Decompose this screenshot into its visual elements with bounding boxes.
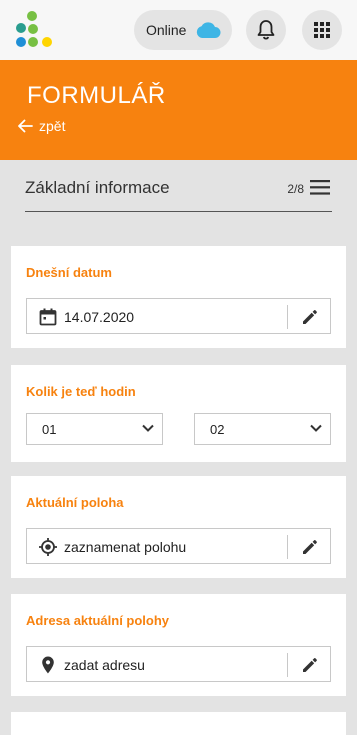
page-title: FORMULÁŘ xyxy=(27,82,166,109)
form-header: FORMULÁŘ zpět xyxy=(0,60,357,160)
step-counter: 2/8 xyxy=(287,182,304,196)
bell-icon xyxy=(257,20,275,40)
cloud-icon xyxy=(196,22,221,38)
calendar-icon xyxy=(39,308,57,326)
chevron-down-icon xyxy=(142,424,154,432)
date-value: 14.07.2020 xyxy=(64,309,135,325)
address-value: zadat adresu xyxy=(64,657,145,673)
minutes-select[interactable]: 02 xyxy=(194,413,331,445)
map-pin-icon xyxy=(42,656,54,674)
hours-value: 01 xyxy=(42,422,57,437)
section-title: Základní informace xyxy=(25,178,170,197)
edit-pencil-icon[interactable] xyxy=(300,307,320,327)
location-value: zaznamenat polohu xyxy=(64,539,187,555)
hours-select[interactable]: 01 xyxy=(26,413,163,445)
logo xyxy=(16,11,56,49)
time-card: Kolik je teď hodin 01 02 xyxy=(11,365,346,462)
field-divider xyxy=(287,305,288,329)
arrow-left-icon xyxy=(18,119,33,133)
location-card: Aktuální poloha zaznamenat polohu xyxy=(11,476,346,578)
location-label: Aktuální poloha xyxy=(26,495,124,510)
date-label: Dnešní datum xyxy=(26,265,112,280)
notifications-button[interactable] xyxy=(246,10,286,50)
address-label: Adresa aktuální polohy xyxy=(26,613,170,628)
gps-target-icon xyxy=(39,538,57,556)
time-label: Kolik je teď hodin xyxy=(26,384,136,399)
edit-pencil-icon[interactable] xyxy=(300,655,320,675)
apps-grid-icon xyxy=(314,22,330,38)
online-status-label: Online xyxy=(146,22,187,38)
apps-menu-button[interactable] xyxy=(302,10,342,50)
location-field[interactable]: zaznamenat polohu xyxy=(26,528,331,564)
next-card xyxy=(11,712,346,735)
address-field[interactable]: zadat adresu xyxy=(26,646,331,682)
field-divider xyxy=(287,653,288,677)
chevron-down-icon xyxy=(310,424,322,432)
edit-pencil-icon[interactable] xyxy=(300,537,320,557)
section-heading: Základní informace 2/8 xyxy=(25,162,332,212)
online-status-pill[interactable]: Online xyxy=(134,10,232,50)
date-card: Dnešní datum 14.07.2020 xyxy=(11,246,346,348)
minutes-value: 02 xyxy=(210,422,225,437)
address-card: Adresa aktuální polohy zadat adresu xyxy=(11,594,346,696)
date-field[interactable]: 14.07.2020 xyxy=(26,298,331,334)
back-link[interactable]: zpět xyxy=(17,118,65,134)
top-bar: Online xyxy=(0,0,357,60)
back-label: zpět xyxy=(39,118,66,134)
field-divider xyxy=(287,535,288,559)
hamburger-menu-icon[interactable] xyxy=(310,180,330,195)
